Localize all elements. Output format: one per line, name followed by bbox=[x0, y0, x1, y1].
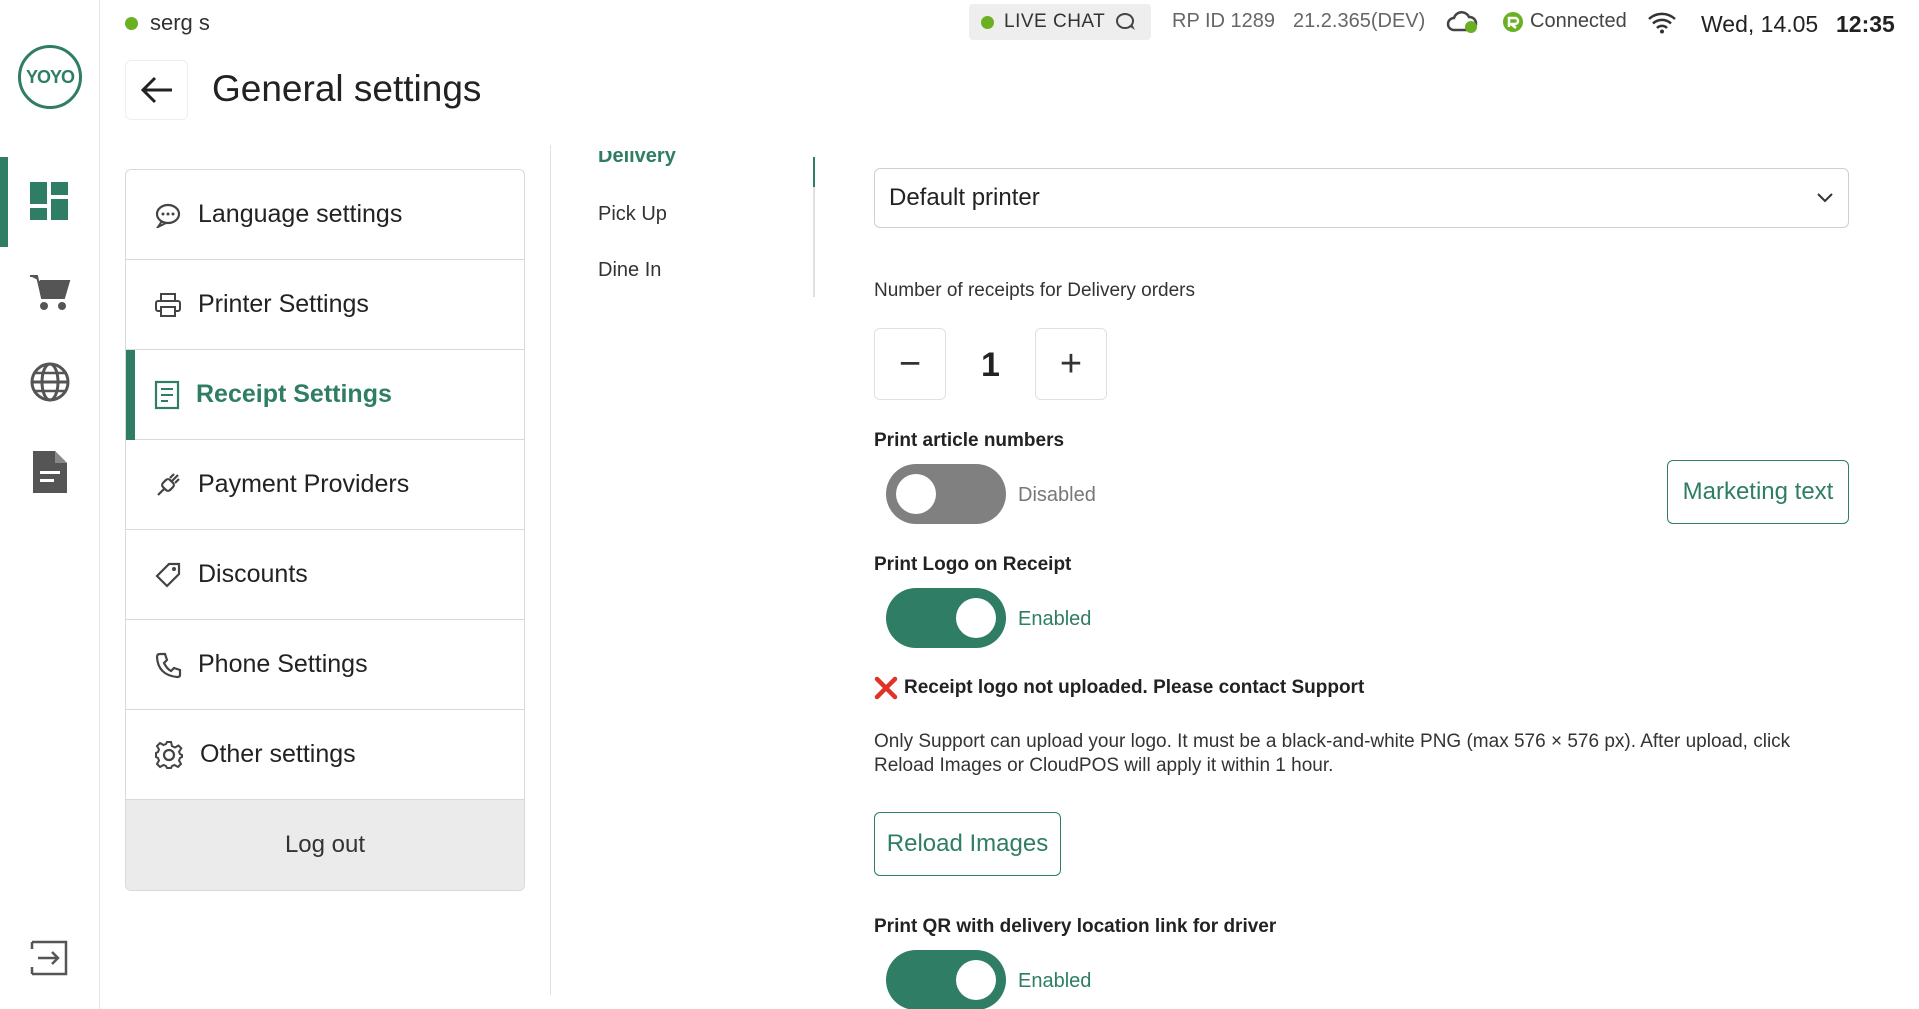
wifi-icon bbox=[1648, 12, 1676, 34]
toggle-knob bbox=[896, 474, 936, 514]
printer-select-value: Default printer bbox=[889, 184, 1040, 211]
page-title: General settings bbox=[212, 68, 482, 109]
connection-icon bbox=[1503, 11, 1523, 32]
print-logo-toggle[interactable] bbox=[886, 588, 1006, 648]
live-chat-status-dot bbox=[981, 15, 994, 29]
logout-button[interactable]: Log out bbox=[126, 800, 524, 890]
menu-item-phone[interactable]: Phone Settings bbox=[126, 620, 524, 710]
print-qr-state: Enabled bbox=[1018, 970, 1092, 992]
cloud-sync-icon bbox=[1446, 11, 1478, 33]
exit-icon bbox=[30, 940, 68, 976]
user-name: serg s bbox=[150, 10, 210, 35]
print-logo-state: Enabled bbox=[1018, 608, 1092, 630]
article-numbers-label: Print article numbers bbox=[874, 430, 1065, 451]
cart-icon bbox=[30, 275, 71, 310]
decrement-button[interactable]: − bbox=[874, 328, 946, 400]
subtab-delivery[interactable]: Delivery bbox=[598, 151, 676, 168]
subtab-dine-in[interactable]: Dine In bbox=[598, 259, 661, 282]
live-chat-button[interactable]: LIVE CHAT bbox=[969, 4, 1151, 40]
chevron-down-icon bbox=[1817, 193, 1833, 203]
menu-item-label: Payment Providers bbox=[198, 470, 410, 498]
logo-info-text: Only Support can upload your logo. It mu… bbox=[874, 731, 1791, 776]
chat-icon bbox=[155, 203, 181, 228]
arrow-left-icon bbox=[140, 76, 172, 104]
printer-select[interactable]: Default printer bbox=[874, 168, 1849, 228]
nav-documents[interactable] bbox=[0, 427, 100, 517]
nav-globe[interactable] bbox=[0, 337, 100, 427]
receipt-subtabs: Delivery Pick Up Dine In bbox=[550, 145, 815, 995]
live-chat-label: LIVE CHAT bbox=[1004, 11, 1106, 32]
current-user: serg s bbox=[125, 10, 210, 36]
settings-menu: Language settings Printer Settings Recei… bbox=[125, 169, 525, 891]
gear-icon bbox=[155, 740, 183, 769]
menu-item-label: Other settings bbox=[200, 740, 356, 768]
receipts-count-value: 1 bbox=[981, 346, 1000, 384]
status-time: 12:35 bbox=[1836, 11, 1895, 37]
menu-item-label: Phone Settings bbox=[198, 650, 368, 678]
menu-item-other[interactable]: Other settings bbox=[126, 710, 524, 800]
subtab-active-indicator bbox=[813, 157, 815, 187]
exit-button[interactable] bbox=[30, 940, 70, 981]
logo-error-text: Receipt logo not uploaded. Please contac… bbox=[904, 677, 1365, 698]
subtab-pick-up[interactable]: Pick Up bbox=[598, 203, 667, 226]
phone-icon bbox=[155, 652, 182, 678]
error-x-icon bbox=[874, 676, 898, 700]
app-version: 21.2.365(DEV) bbox=[1293, 10, 1426, 32]
marketing-text-button[interactable]: Marketing text bbox=[1667, 460, 1849, 524]
menu-item-language[interactable]: Language settings bbox=[126, 170, 524, 260]
plug-icon bbox=[157, 472, 180, 496]
chat-bubble-icon bbox=[1116, 13, 1136, 30]
yoyo-logo: YOYO bbox=[18, 45, 82, 109]
menu-item-printer[interactable]: Printer Settings bbox=[126, 260, 524, 350]
print-qr-toggle[interactable] bbox=[886, 950, 1006, 1009]
menu-item-label: Printer Settings bbox=[198, 290, 369, 318]
receipts-count-label: Number of receipts for Delivery orders bbox=[874, 280, 1195, 301]
globe-icon bbox=[30, 362, 70, 402]
receipt-settings-panel: Default printer Number of receipts for D… bbox=[874, 168, 1849, 1009]
print-logo-label: Print Logo on Receipt bbox=[874, 554, 1072, 575]
menu-item-label: Language settings bbox=[198, 200, 403, 228]
menu-item-label: Receipt Settings bbox=[196, 380, 392, 408]
printer-icon bbox=[155, 292, 181, 317]
connection-label: Connected bbox=[1530, 10, 1627, 32]
back-button[interactable] bbox=[125, 60, 188, 120]
receipt-icon bbox=[154, 380, 180, 409]
menu-item-receipt[interactable]: Receipt Settings bbox=[126, 350, 524, 440]
left-rail: YOYO bbox=[0, 0, 100, 1009]
increment-button[interactable]: + bbox=[1035, 328, 1107, 400]
dashboard-icon bbox=[30, 182, 68, 220]
print-qr-label: Print QR with delivery location link for… bbox=[874, 916, 1277, 937]
status-date: Wed, 14.05 bbox=[1701, 11, 1819, 37]
article-numbers-state: Disabled bbox=[1018, 484, 1096, 506]
online-status-dot bbox=[125, 16, 138, 30]
article-numbers-toggle[interactable] bbox=[886, 464, 1006, 524]
logo-error-message: Receipt logo not uploaded. Please contac… bbox=[874, 676, 1364, 700]
menu-item-discounts[interactable]: Discounts bbox=[126, 530, 524, 620]
nav-cart[interactable] bbox=[0, 247, 100, 337]
connection-status: Connected bbox=[1502, 10, 1627, 33]
rp-id: RP ID 1289 bbox=[1172, 10, 1276, 32]
toggle-knob bbox=[956, 960, 996, 1000]
document-icon bbox=[33, 451, 67, 493]
reload-images-button[interactable]: Reload Images bbox=[874, 812, 1061, 876]
nav-dashboard[interactable] bbox=[0, 157, 100, 247]
tag-icon bbox=[155, 562, 181, 588]
toggle-knob bbox=[956, 598, 996, 638]
menu-item-label: Discounts bbox=[198, 560, 308, 588]
menu-item-payment-providers[interactable]: Payment Providers bbox=[126, 440, 524, 530]
